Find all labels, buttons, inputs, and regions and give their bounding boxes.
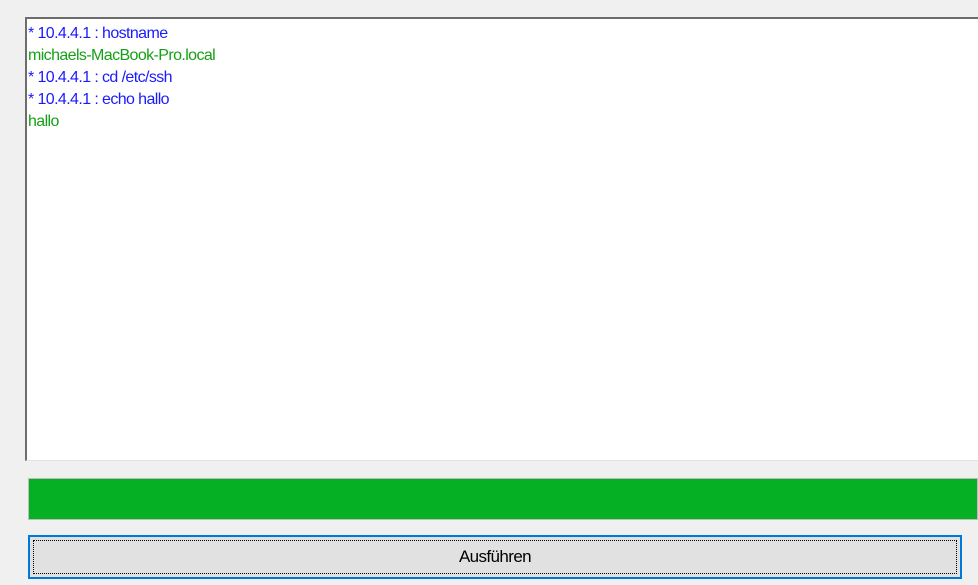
run-button[interactable]: Ausführen	[28, 535, 962, 579]
progress-bar	[28, 478, 978, 520]
run-button-label: Ausführen	[458, 547, 532, 566]
console-line: hallo	[28, 113, 59, 130]
progress-fill	[29, 479, 977, 519]
console-line: * 10.4.4.1 : echo hallo	[28, 91, 170, 108]
console-line: * 10.4.4.1 : cd /etc/ssh	[28, 69, 173, 86]
console-output[interactable]: * 10.4.4.1 : hostname michaels-MacBook-P…	[25, 17, 978, 461]
console-line: michaels-MacBook-Pro.local	[28, 47, 216, 64]
console-line: * 10.4.4.1 : hostname	[28, 25, 168, 42]
